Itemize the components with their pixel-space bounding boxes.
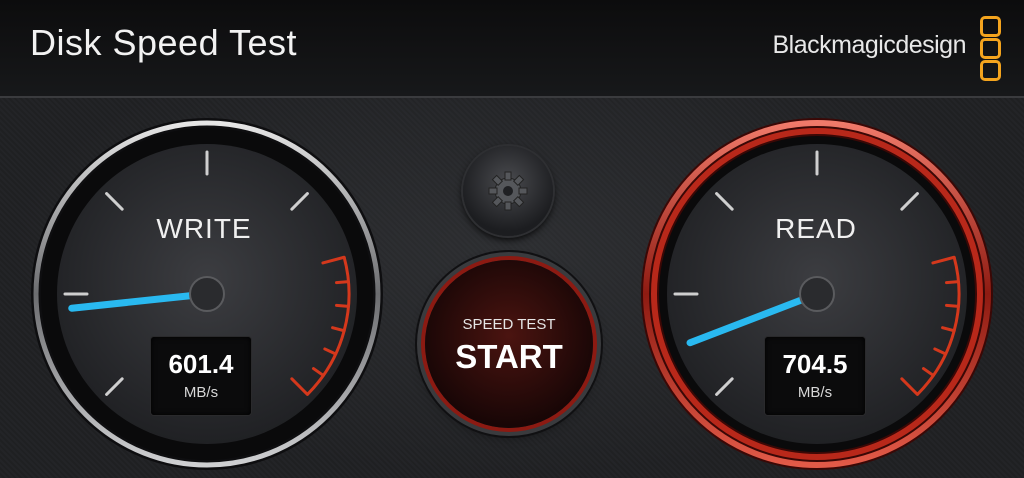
read-unit: MB/s [797,384,833,401]
redline-tick [945,280,960,285]
gear-icon [488,171,528,211]
read-gauge [641,118,993,470]
read-value: 704.5 [782,349,848,379]
read-needle-hub [799,276,835,312]
start-sub-label: SPEED TEST [462,316,556,333]
write-readout: 601.4 MB/s [151,337,251,415]
settings-button[interactable] [463,146,553,236]
redline-tick [335,303,350,308]
redline-tick [945,303,960,308]
write-value: 601.4 [168,349,234,379]
brand-name: Blackmagicdesign [772,31,967,59]
read-label: READ [775,213,857,244]
write-needle-hub [189,276,225,312]
write-gauge [31,118,383,470]
write-unit: MB/s [183,384,219,401]
app-title: Disk Speed Test [30,22,297,63]
start-speed-test-button[interactable]: SPEED TEST START [425,260,593,428]
redline-tick [335,280,350,285]
app-header: Disk Speed Test Blackmagicdesign [0,0,1024,98]
write-label: WRITE [156,213,252,244]
read-readout: 704.5 MB/s [765,337,865,415]
brand-logo-icon [980,16,1002,81]
start-label: START [455,338,563,375]
